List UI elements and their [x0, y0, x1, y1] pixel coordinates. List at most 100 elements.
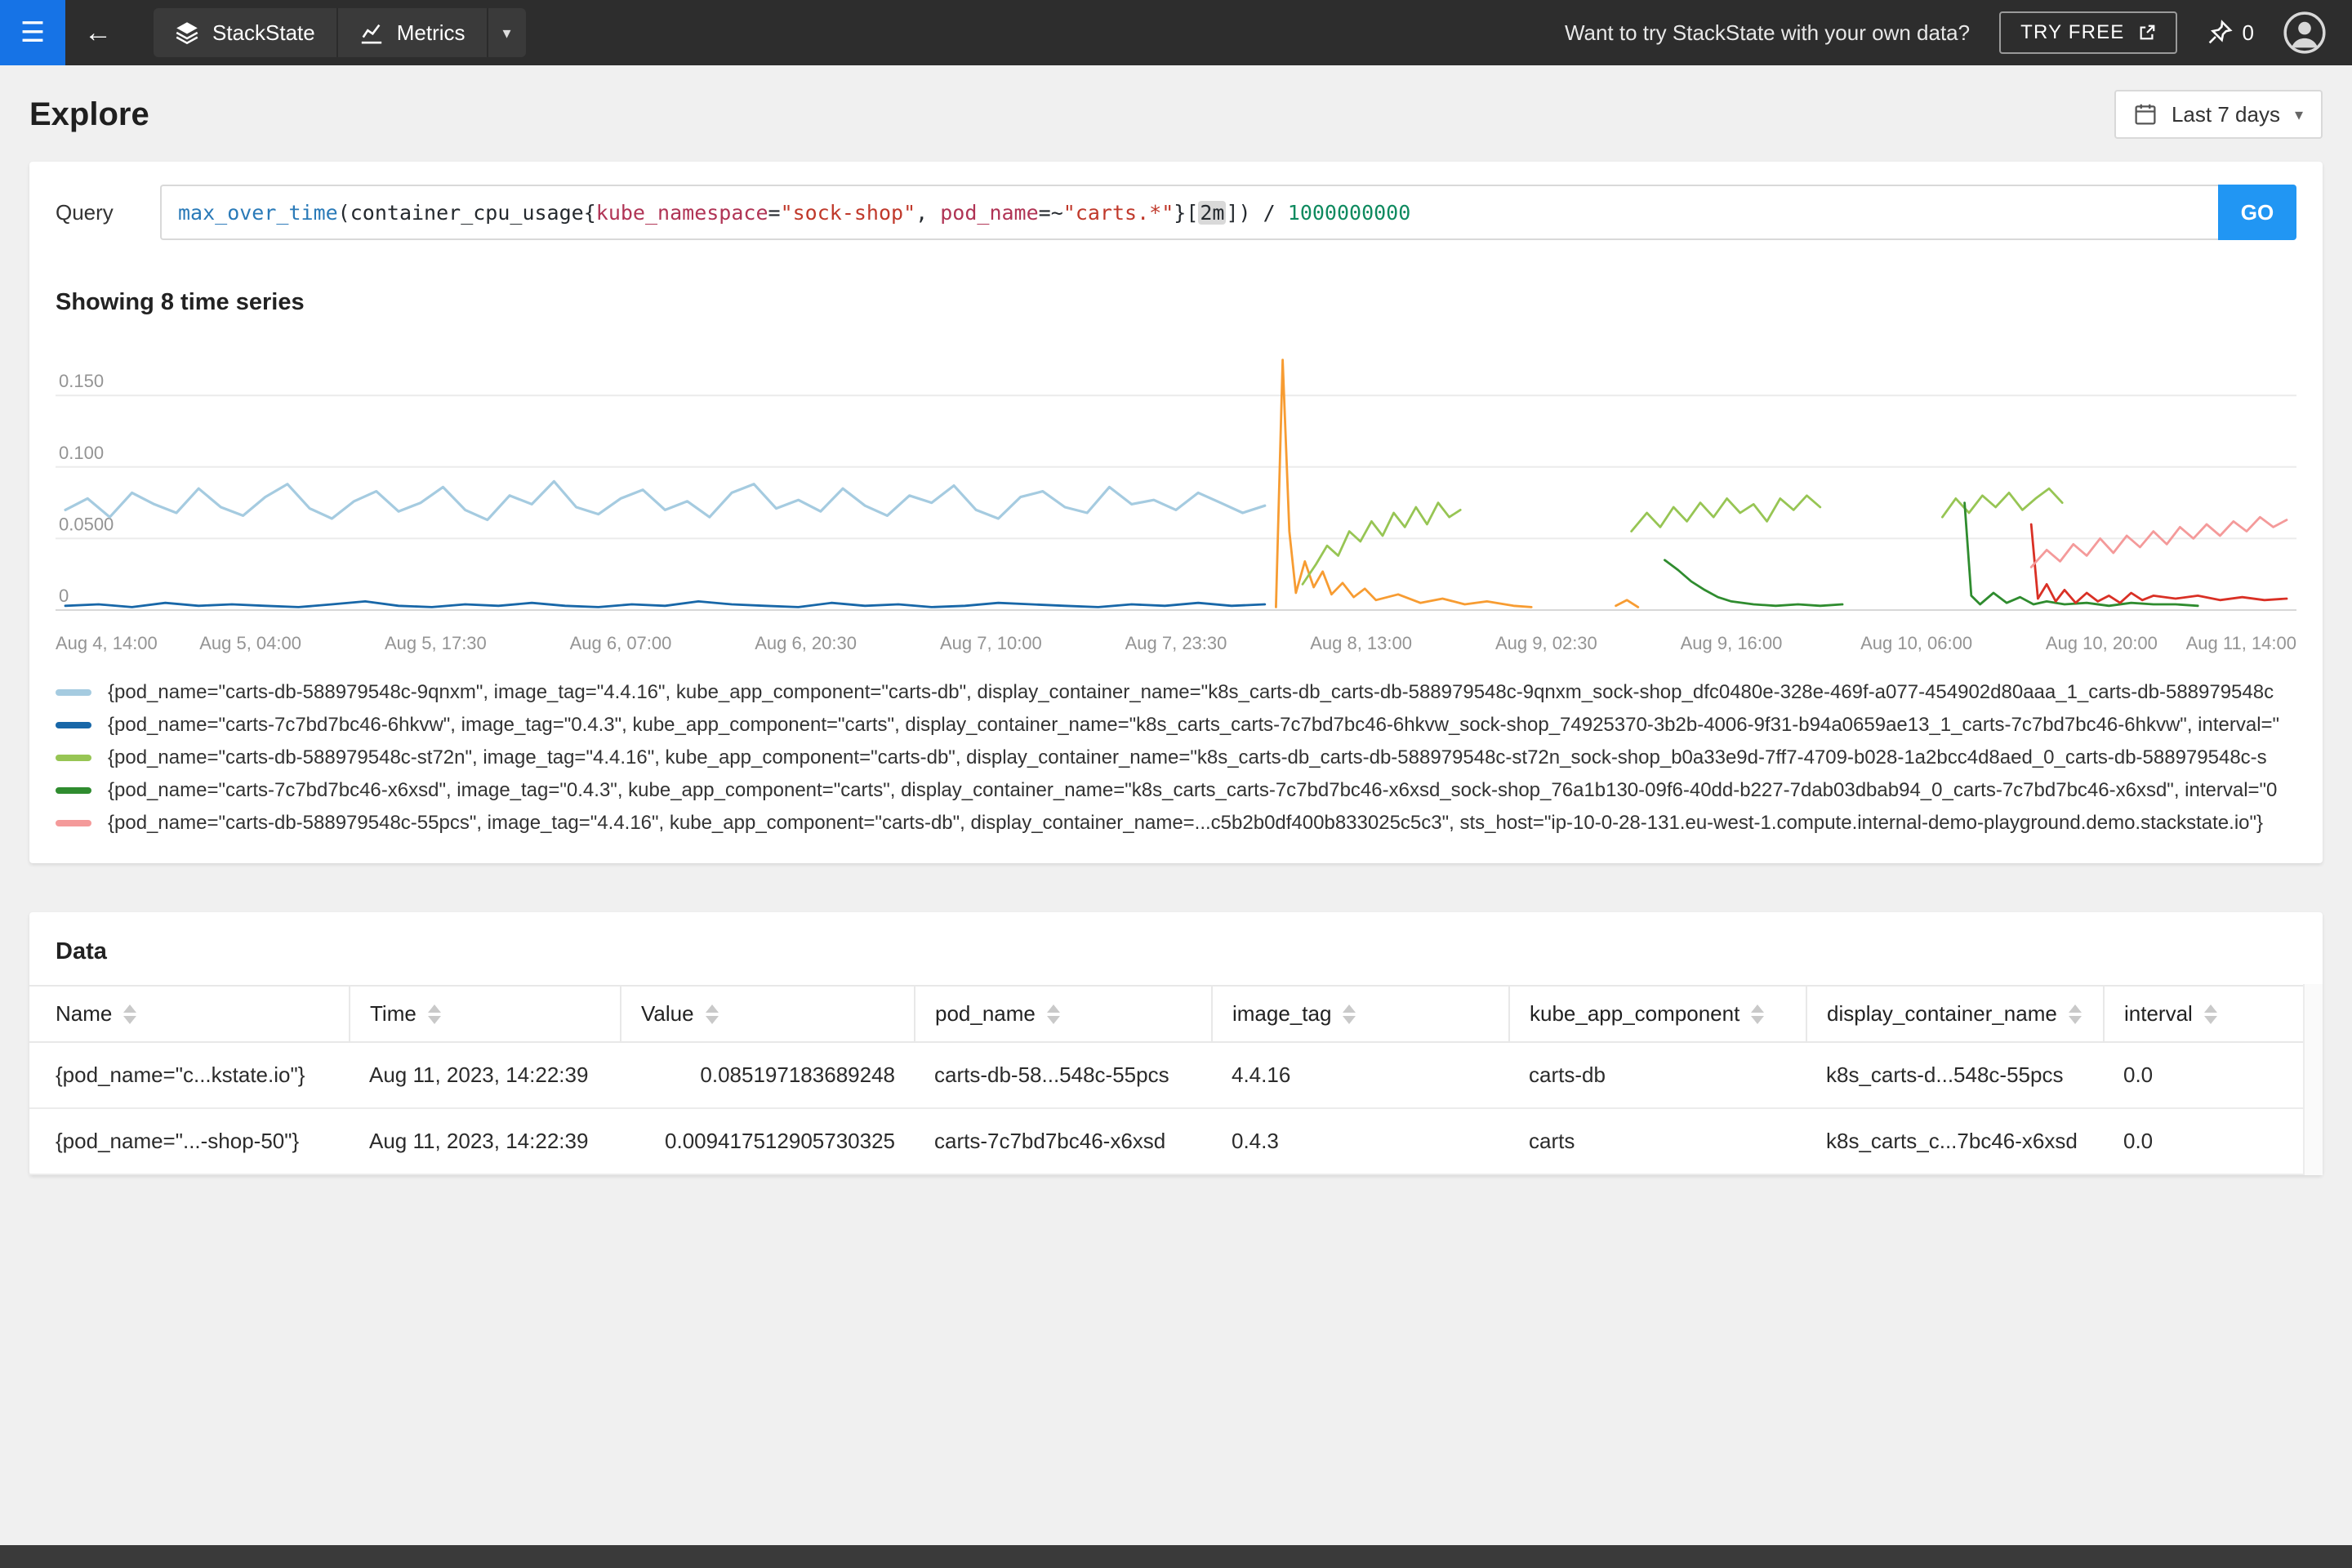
column-header-kube-app-component[interactable]: kube_app_component: [1509, 985, 1807, 1043]
legend-label: {pod_name="carts-db-588979548c-9qnxm", i…: [108, 681, 2274, 703]
x-axis-label: Aug 6, 20:30: [755, 633, 857, 653]
bottom-bar: [0, 1545, 2352, 1568]
time-series-chart[interactable]: 0.150 0.100 0.0500 0 Aug 4, 14:00 Aug 5, 04:0…: [56, 332, 2296, 656]
breadcrumb-stackstate[interactable]: StackState: [154, 8, 338, 57]
sort-icon[interactable]: [705, 1004, 719, 1024]
legend-label: {pod_name="carts-7c7bd7bc46-6hkvw", imag…: [108, 714, 2280, 736]
series-line: [1615, 599, 1640, 608]
table-cell: {pod_name="c...kstate.io"}: [29, 1042, 350, 1109]
table-cell: k8s_carts-d...548c-55pcs: [1806, 1042, 2104, 1109]
sort-icon[interactable]: [123, 1004, 137, 1024]
hamburger-icon: ☰: [20, 17, 46, 48]
series-line: [1275, 359, 1533, 608]
line-chart-icon: [359, 20, 384, 45]
x-axis-label: Aug 4, 14:00: [56, 633, 158, 653]
series-line: [64, 599, 1267, 608]
column-header-label: display_container_name: [1827, 1001, 2057, 1026]
sort-icon[interactable]: [1046, 1004, 1060, 1024]
sort-icon[interactable]: [427, 1004, 441, 1024]
page-header: Explore Last 7 days ▾: [0, 65, 2352, 162]
query-token: max_over_time: [178, 200, 338, 225]
query-input[interactable]: max_over_time(container_cpu_usage{kube_n…: [160, 185, 2218, 240]
legend-swatch: [56, 820, 91, 826]
breadcrumb: StackState Metrics ▾: [154, 8, 526, 57]
table-cell: Aug 11, 2023, 14:22:39: [350, 1042, 621, 1109]
sort-icon[interactable]: [1343, 1004, 1356, 1024]
column-header-name[interactable]: Name: [29, 985, 350, 1043]
chart-container: 0.150 0.100 0.0500 0 Aug 4, 14:00 Aug 5, 04:0…: [29, 332, 2323, 662]
stackstate-logo-icon: [175, 20, 199, 45]
table-cell: 0.0: [2104, 1042, 2323, 1109]
legend-swatch: [56, 689, 91, 696]
column-header-label: Name: [56, 1001, 113, 1026]
data-card: Data Name Time Value pod_name image_tag kube_…: [29, 912, 2323, 1175]
table-row[interactable]: {pod_name="...-shop-50"} Aug 11, 2023, 14…: [29, 1108, 2323, 1175]
breadcrumb-metrics[interactable]: Metrics: [338, 8, 488, 57]
legend-item[interactable]: {pod_name="carts-7c7bd7bc46-6hkvw", imag…: [56, 711, 2296, 739]
column-header-label: interval: [2124, 1001, 2193, 1026]
table-cell: {pod_name="...-shop-50"}: [29, 1108, 350, 1175]
legend-item[interactable]: {pod_name="carts-db-588979548c-st72n", i…: [56, 744, 2296, 772]
chart-heading: Showing 8 time series: [56, 289, 305, 315]
sort-icon[interactable]: [2068, 1004, 2082, 1024]
try-free-button[interactable]: TRY FREE: [1999, 11, 2177, 54]
legend-item[interactable]: {pod_name="carts-db-588979548c-9qnxm", i…: [56, 679, 2296, 706]
table-cell: carts-7c7bd7bc46-x6xsd: [915, 1108, 1212, 1175]
time-range-label: Last 7 days: [2171, 101, 2280, 127]
table-cell: k8s_carts_c...7bc46-x6xsd: [1806, 1108, 2104, 1175]
column-header-label: image_tag: [1232, 1001, 1332, 1026]
series-line: [1630, 494, 1822, 533]
time-range-button[interactable]: Last 7 days ▾: [2114, 90, 2323, 139]
column-header-time[interactable]: Time: [350, 985, 621, 1043]
query-token: ]: [1226, 200, 1239, 225]
calendar-icon: [2134, 103, 2157, 126]
back-button[interactable]: ←: [65, 0, 131, 65]
x-axis-label: Aug 5, 04:00: [199, 633, 301, 653]
y-axis-label: 0.100: [59, 443, 104, 463]
table-cell: 0.4.3: [1212, 1108, 1509, 1175]
column-header-pod-name[interactable]: pod_name: [915, 985, 1213, 1043]
table-cell: 0.085197183689248: [621, 1042, 915, 1109]
sort-icon[interactable]: [2203, 1004, 2217, 1024]
table-cell: carts-db-58...548c-55pcs: [915, 1042, 1212, 1109]
query-token: /: [1250, 200, 1288, 225]
y-axis-label: 0.0500: [59, 514, 114, 534]
query-token: ): [1238, 200, 1251, 225]
breadcrumb-dropdown-button[interactable]: ▾: [488, 8, 526, 57]
legend-item[interactable]: {pod_name="carts-7c7bd7bc46-x6xsd", imag…: [56, 777, 2296, 804]
column-header-display-container-name[interactable]: display_container_name: [1806, 985, 2105, 1043]
series-line: [1963, 501, 2199, 608]
legend-item[interactable]: {pod_name="carts-db-588979548c-55pcs", i…: [56, 809, 2296, 837]
x-axis-label: Aug 7, 23:30: [1125, 633, 1227, 653]
query-label: Query: [56, 199, 114, 225]
column-header-value[interactable]: Value: [621, 985, 915, 1043]
table-row[interactable]: {pod_name="c...kstate.io"} Aug 11, 2023, …: [29, 1042, 2323, 1109]
table-cell: 0.009417512905730325: [621, 1108, 915, 1175]
column-header-label: Value: [641, 1001, 694, 1026]
go-button[interactable]: GO: [2218, 185, 2296, 240]
x-axis-label: Aug 6, 07:00: [570, 633, 672, 653]
column-header-image-tag[interactable]: image_tag: [1212, 985, 1510, 1043]
legend-label: {pod_name="carts-7c7bd7bc46-x6xsd", imag…: [108, 779, 2278, 801]
series-line: [64, 479, 1267, 522]
chevron-down-icon: ▾: [2294, 105, 2303, 124]
hamburger-menu-button[interactable]: ☰: [0, 0, 65, 65]
column-header-label: Time: [370, 1001, 416, 1026]
x-axis-label: Aug 9, 16:00: [1681, 633, 1783, 653]
data-table: Name Time Value pod_name image_tag kube_app_c…: [29, 985, 2323, 1175]
back-arrow-icon: ←: [84, 16, 112, 48]
top-navigation-bar: ☰ ← StackState Metrics ▾ Want to try Sta…: [0, 0, 2352, 65]
external-link-icon: [2138, 24, 2156, 42]
column-header-interval[interactable]: interval: [2104, 985, 2323, 1043]
app-window: ☰ ← StackState Metrics ▾ Want to try Sta…: [0, 0, 2352, 1568]
query-token: (: [337, 200, 350, 225]
table-cell: carts: [1509, 1108, 1806, 1175]
x-axis-label: Aug 10, 20:00: [2046, 633, 2158, 653]
x-axis-label: Aug 10, 06:00: [1860, 633, 1972, 653]
user-avatar[interactable]: [2283, 11, 2326, 54]
pinned-items-button[interactable]: 0: [2207, 20, 2254, 46]
sort-icon[interactable]: [1751, 1004, 1765, 1024]
try-free-label: TRY FREE: [2020, 21, 2125, 43]
table-scrollbar[interactable]: [2303, 984, 2323, 1175]
query-token: kube_namespace: [595, 200, 768, 225]
